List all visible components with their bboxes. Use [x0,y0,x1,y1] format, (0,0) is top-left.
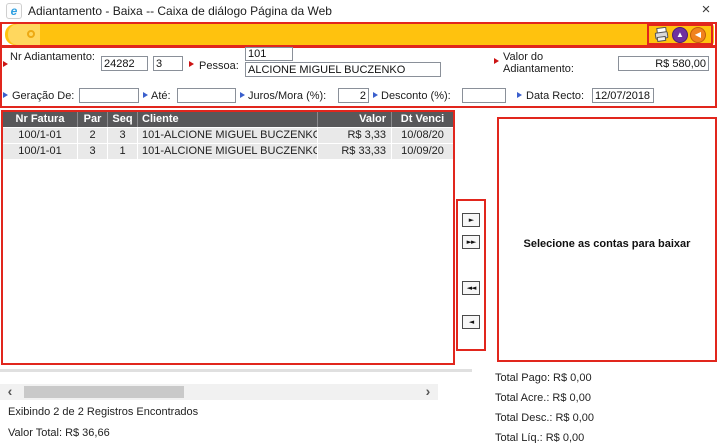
grid-header-row: Nr Fatura Par Seq Cliente Valor Dt Venci [3,112,453,127]
valor-adiantamento-label: Valor do Adiantamento: [503,51,589,75]
scrollbar-thumb[interactable] [24,386,184,398]
scroll-left-icon[interactable]: ‹ [2,384,18,400]
cell-cliente: 101-ALCIONE MIGUEL BUCZENKO [137,144,317,159]
dialog-window: e Adiantamento - Baixa -- Caixa de diálo… [0,0,719,443]
records-count-status: Exibindo 2 de 2 Registros Encontrados [8,406,198,418]
filter-form: Nr Adiantamento: Pessoa: Valor do Adiant… [0,46,717,108]
col-header-nr-fatura[interactable]: Nr Fatura [3,112,77,127]
selected-accounts-panel: Selecione as contas para baixar [497,117,717,362]
close-icon[interactable]: × [697,1,715,19]
table-row[interactable]: 100/1-01 2 3 101-ALCIONE MIGUEL BUCZENKO… [3,128,453,143]
cell-dt-venci: 10/08/20 [391,128,453,143]
juros-mora-label: Juros/Mora (%): [248,90,326,102]
data-recto-input[interactable] [592,88,654,103]
window-title: Adiantamento - Baixa -- Caixa de diálogo… [28,4,332,18]
printer-icon[interactable] [654,27,670,42]
totals-summary: Total Pago:R$ 0,00 Total Acre.:R$ 0,00 T… [495,372,597,443]
cell-seq: 3 [107,128,137,143]
total-pago-label: Total Pago: [495,372,550,384]
col-header-dt-venci[interactable]: Dt Venci [391,112,453,127]
col-header-seq[interactable]: Seq [107,112,137,127]
total-acre-label: Total Acre.: [495,392,549,404]
nr-adiantamento-input[interactable] [101,56,148,71]
desconto-label: Desconto (%): [381,90,451,102]
cell-cliente: 101-ALCIONE MIGUEL BUCZENKO [137,128,317,143]
pessoa-label: Pessoa: [199,60,239,72]
cell-par: 2 [77,128,107,143]
scroll-up-icon[interactable]: ▲ [672,27,688,43]
total-pago-line: Total Pago:R$ 0,00 [495,372,597,384]
marker-arrow-icon [494,58,499,64]
geracao-de-input[interactable] [79,88,139,103]
total-acre-value: R$ 0,00 [552,392,591,404]
selection-hint: Selecione as contas para baixar [499,238,715,250]
cell-nr-fatura: 100/1-01 [3,144,77,159]
cell-nr-fatura: 100/1-01 [3,128,77,143]
col-header-par[interactable]: Par [77,112,107,127]
toolbar: ▲ ◀ [0,22,717,47]
marker-arrow-icon [3,92,8,98]
ate-input[interactable] [177,88,236,103]
title-bar: e Adiantamento - Baixa -- Caixa de diálo… [0,0,719,22]
move-right-button[interactable]: ► [462,213,480,227]
valor-adiantamento-input[interactable] [618,56,709,71]
col-header-cliente[interactable]: Cliente [137,112,317,127]
pessoa-code-input[interactable] [245,47,293,61]
move-all-right-button[interactable]: ►► [462,235,480,249]
desconto-input[interactable] [462,88,506,103]
go-back-icon[interactable]: ◀ [690,27,706,43]
transfer-buttons-panel: ► ►► ◄◄ ◄ [456,199,486,351]
total-liq-label: Total Líq.: [495,432,543,443]
move-left-button[interactable]: ◄ [462,315,480,329]
toolbar-actions-highlight: ▲ ◀ [647,24,713,45]
horizontal-scrollbar[interactable]: ‹ › [0,384,438,400]
marker-arrow-icon [189,61,194,67]
marker-arrow-icon [517,92,522,98]
data-recto-label: Data Recto: [526,90,584,102]
move-all-left-button[interactable]: ◄◄ [462,281,480,295]
cell-valor: R$ 3,33 [317,128,391,143]
total-desc-value: R$ 0,00 [555,412,594,424]
table-row[interactable]: 100/1-01 3 1 101-ALCIONE MIGUEL BUCZENKO… [3,144,453,159]
total-liq-value: R$ 0,00 [546,432,585,443]
toolbar-background [5,24,714,45]
marker-arrow-icon [143,92,148,98]
toolbar-left-cap [8,24,40,45]
cell-valor: R$ 33,33 [317,144,391,159]
cell-seq: 1 [107,144,137,159]
cell-dt-venci: 10/09/20 [391,144,453,159]
cell-par: 3 [77,144,107,159]
marker-arrow-icon [240,92,245,98]
juros-mora-input[interactable] [338,88,369,103]
total-acre-line: Total Acre.:R$ 0,00 [495,392,597,404]
total-pago-value: R$ 0,00 [553,372,592,384]
nr-adiantamento-label: Nr Adiantamento: [10,51,98,63]
total-liq-line: Total Líq.:R$ 0,00 [495,432,597,443]
marker-arrow-icon [373,92,378,98]
internet-explorer-icon: e [6,3,22,19]
total-desc-label: Total Desc.: [495,412,552,424]
valor-total-status: Valor Total: R$ 36,66 [8,427,110,439]
toolbar-handle-icon [27,30,35,38]
geracao-de-label: Geração De: [12,90,74,102]
ate-label: Até: [151,90,171,102]
nr-adiantamento-seq-input[interactable] [153,56,183,71]
marker-arrow-icon [3,61,8,67]
pessoa-name-input[interactable] [245,62,441,77]
invoices-grid: Nr Fatura Par Seq Cliente Valor Dt Venci… [1,110,455,365]
frame-bottom-divider [0,369,472,372]
col-header-valor[interactable]: Valor [317,112,391,127]
total-desc-line: Total Desc.:R$ 0,00 [495,412,597,424]
scroll-right-icon[interactable]: › [420,384,436,400]
